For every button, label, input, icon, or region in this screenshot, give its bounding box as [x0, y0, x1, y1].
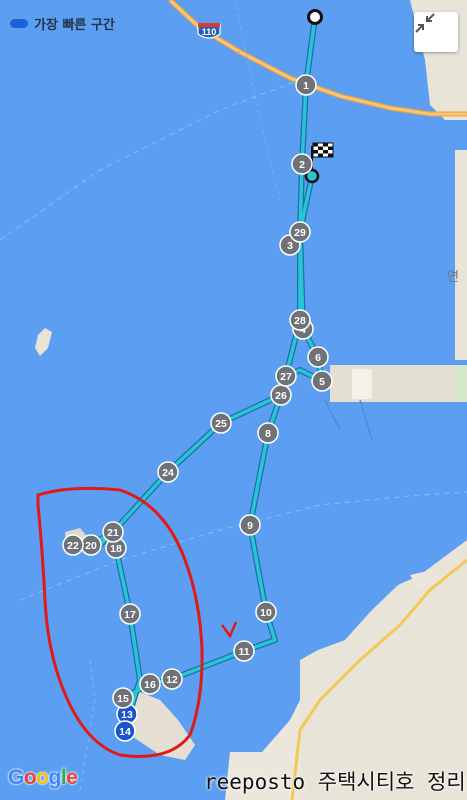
map-canvas: 110 123456891011121314151617182021222425…: [0, 0, 467, 800]
place-label: 연: [447, 270, 459, 285]
waypoint-label: 14: [119, 726, 131, 738]
waypoint-marker-28[interactable]: 28: [289, 309, 311, 331]
reclaimed-land: [330, 365, 467, 402]
waypoint-marker-25[interactable]: 25: [210, 412, 232, 434]
waypoint-label: 17: [124, 609, 136, 621]
waypoint-marker-9[interactable]: 9: [239, 514, 261, 536]
waypoint-marker-16[interactable]: 16: [139, 673, 161, 695]
waypoint-marker-12[interactable]: 12: [161, 668, 183, 690]
waypoint-label: 12: [166, 674, 178, 686]
collapse-map-button[interactable]: [414, 12, 458, 52]
waypoint-label: 3: [287, 240, 293, 252]
start-point-icon: [307, 9, 323, 25]
waypoint-label: 21: [107, 527, 119, 539]
waypoint-marker-27[interactable]: 27: [275, 365, 297, 387]
waypoint-label: 20: [85, 540, 97, 552]
watermark-text: reeposto 주택시티호 정리: [204, 770, 466, 794]
highway-shield: 110: [197, 23, 221, 39]
reclaimed-land-park: [455, 365, 467, 402]
google-logo: Google: [8, 766, 78, 790]
google-logo-letter: o: [36, 766, 49, 789]
east-land-strip: [455, 150, 467, 360]
waypoint-label: 24: [162, 467, 174, 479]
waypoint-marker-6[interactable]: 6: [307, 346, 329, 368]
waypoint-label: 11: [238, 646, 249, 658]
waypoint-marker-26[interactable]: 26: [270, 384, 292, 406]
waypoint-label: 6: [315, 352, 321, 364]
waypoint-label: 26: [275, 390, 287, 402]
waypoint-label: 29: [294, 227, 306, 239]
waypoint-label: 18: [110, 543, 122, 555]
map-view[interactable]: 110 123456891011121314151617182021222425…: [0, 0, 467, 800]
fastest-segment-swatch: [10, 19, 28, 28]
waypoint-label: 22: [67, 540, 79, 552]
waypoint-label: 15: [117, 693, 129, 705]
waypoint-marker-22[interactable]: 22: [62, 534, 84, 556]
google-logo-letter: G: [8, 766, 24, 789]
waypoint-label: 1: [303, 80, 309, 92]
waypoint-marker-2[interactable]: 2: [291, 153, 313, 175]
route-legend: 가장 빠른 구간: [10, 14, 115, 33]
waypoint-label: 2: [299, 159, 305, 171]
highway-number: 110: [202, 27, 217, 37]
google-logo-letter: o: [23, 766, 37, 789]
waypoint-label: 27: [280, 371, 292, 383]
waypoint-marker-5[interactable]: 5: [311, 370, 333, 392]
waypoint-marker-14[interactable]: 14: [114, 720, 136, 742]
waypoint-marker-29[interactable]: 29: [289, 221, 311, 243]
waypoint-marker-11[interactable]: 11: [233, 640, 255, 662]
legend-label: 가장 빠른 구간: [34, 18, 115, 33]
waypoint-label: 5: [319, 376, 325, 388]
waypoint-label: 9: [247, 520, 253, 532]
waypoint-marker-1[interactable]: 1: [295, 74, 317, 96]
waypoint-marker-10[interactable]: 10: [255, 601, 277, 623]
waypoint-label: 16: [144, 679, 156, 691]
waypoint-label: 8: [265, 428, 271, 440]
waypoint-marker-21[interactable]: 21: [102, 521, 124, 543]
waypoint-label: 28: [294, 315, 306, 327]
waypoint-marker-20[interactable]: 20: [80, 534, 102, 556]
reclaimed-land-block: [352, 369, 372, 399]
waypoint-label: 25: [215, 418, 227, 430]
waypoint-label: 13: [121, 709, 133, 721]
google-logo-letter: g: [48, 766, 62, 789]
waypoint-label: 10: [260, 607, 272, 619]
waypoint-marker-24[interactable]: 24: [157, 461, 179, 483]
waypoint-marker-8[interactable]: 8: [257, 422, 279, 444]
google-logo-letter: e: [66, 766, 78, 789]
waypoint-marker-15[interactable]: 15: [112, 687, 134, 709]
waypoint-marker-17[interactable]: 17: [119, 603, 141, 625]
collapse-arrows-icon: [415, 13, 435, 33]
